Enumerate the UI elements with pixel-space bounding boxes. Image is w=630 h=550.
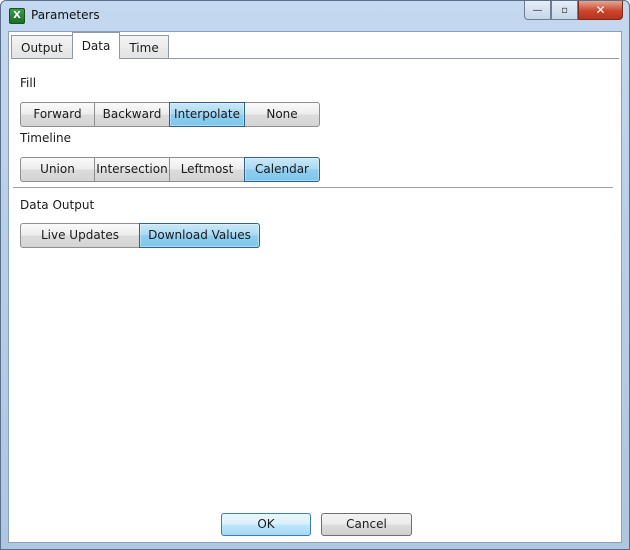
- cancel-button[interactable]: Cancel: [321, 513, 412, 536]
- fill-none-button[interactable]: None: [244, 102, 320, 127]
- timeline-intersection-button[interactable]: Intersection: [94, 157, 170, 182]
- title-bar[interactable]: X Parameters — ▫ ✕: [1, 1, 629, 31]
- maximize-icon: ▫: [561, 4, 568, 16]
- excel-icon: X: [9, 8, 25, 24]
- data-output-label: Data Output: [20, 198, 95, 212]
- tab-output[interactable]: Output: [11, 35, 73, 59]
- timeline-leftmost-button[interactable]: Leftmost: [169, 157, 245, 182]
- tab-time[interactable]: Time: [119, 35, 169, 59]
- minimize-button[interactable]: —: [524, 1, 551, 20]
- timeline-label: Timeline: [20, 131, 72, 145]
- caption-buttons: — ▫ ✕: [524, 1, 623, 21]
- tab-data[interactable]: Data: [71, 32, 121, 59]
- dialog-client-area: Output Data Time Fill Forward Backward I…: [8, 31, 622, 543]
- live-updates-button[interactable]: Live Updates: [20, 223, 140, 248]
- timeline-calendar-button[interactable]: Calendar: [244, 157, 320, 182]
- close-button[interactable]: ✕: [578, 1, 623, 20]
- parameters-window: X Parameters — ▫ ✕ Output Data Time Fill…: [0, 0, 630, 550]
- fill-label: Fill: [20, 76, 37, 90]
- maximize-button[interactable]: ▫: [551, 1, 578, 20]
- minimize-icon: —: [532, 4, 543, 16]
- fill-interpolate-button[interactable]: Interpolate: [169, 102, 245, 127]
- tab-panel-data: Fill Forward Backward Interpolate None T…: [11, 58, 619, 541]
- fill-segmented-control: Forward Backward Interpolate None: [20, 102, 320, 127]
- window-title: Parameters: [31, 8, 100, 22]
- data-output-segmented-control: Live Updates Download Values: [20, 223, 260, 248]
- download-values-button[interactable]: Download Values: [139, 223, 260, 248]
- timeline-union-button[interactable]: Union: [20, 157, 95, 182]
- tab-strip: Output Data Time: [11, 32, 169, 59]
- close-icon: ✕: [595, 3, 606, 17]
- fill-backward-button[interactable]: Backward: [94, 102, 170, 127]
- fill-forward-button[interactable]: Forward: [20, 102, 95, 127]
- ok-button[interactable]: OK: [221, 513, 311, 536]
- section-divider: [13, 187, 613, 189]
- timeline-segmented-control: Union Intersection Leftmost Calendar: [20, 157, 320, 182]
